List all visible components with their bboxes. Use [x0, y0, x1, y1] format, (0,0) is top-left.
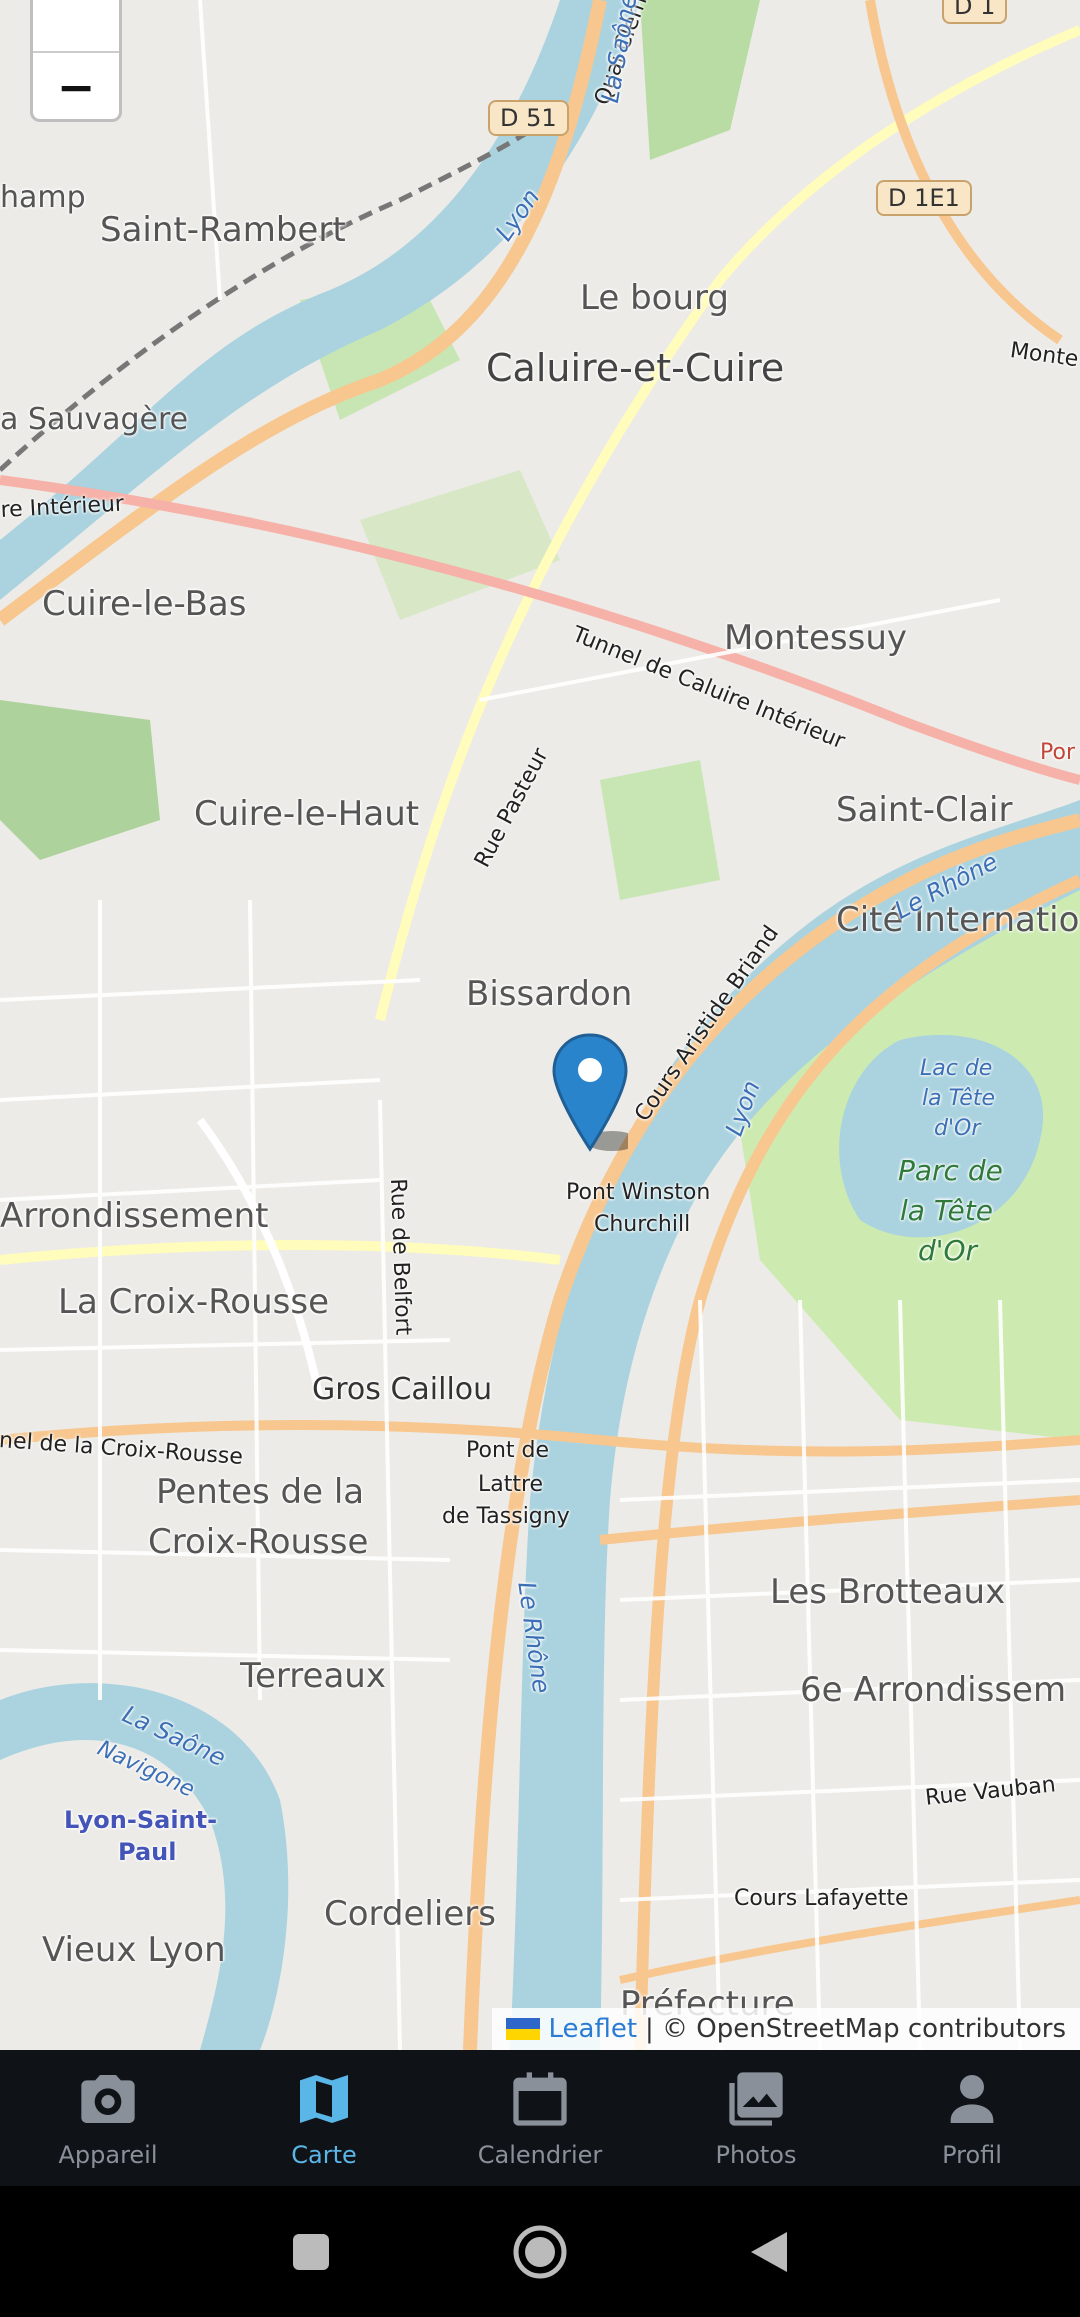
bridge-label: Pont Winston — [566, 1180, 711, 1205]
zoom-control: − — [30, 0, 122, 122]
location-marker-icon[interactable] — [552, 1033, 628, 1153]
place-label: 6e Arrondissem — [800, 1670, 1067, 1710]
camera-icon — [81, 2075, 135, 2123]
street-label: Cours Lafayette — [734, 1886, 909, 1911]
map-icon — [300, 2075, 348, 2123]
place-label: Gros Caillou — [312, 1372, 493, 1407]
tab-label: Photos — [715, 2141, 797, 2169]
road-shield-d51: D 51 — [488, 100, 569, 136]
road-shield-d1e1: D 1E1 — [876, 180, 972, 216]
tab-label: Calendrier — [477, 2141, 603, 2169]
place-label: Cuire-le-Haut — [194, 794, 420, 834]
lake-label: d'Or — [934, 1116, 981, 1141]
park-label: Parc de — [898, 1154, 1003, 1187]
station-label: Paul — [118, 1838, 177, 1866]
park-label: d'Or — [918, 1234, 978, 1267]
park-label: la Tête — [900, 1194, 993, 1227]
tab-calendrier[interactable]: Calendrier — [432, 2050, 648, 2186]
place-label: Cordeliers — [324, 1894, 496, 1934]
tab-photos[interactable]: Photos — [648, 2050, 864, 2186]
place-label: Les Brotteaux — [770, 1572, 1006, 1612]
photos-icon — [729, 2072, 783, 2126]
place-label: Le bourg — [580, 278, 729, 318]
home-button[interactable] — [511, 2223, 569, 2281]
map-view[interactable]: − D 51 D 1E1 D 1 hamp Saint-Rambert Le b… — [0, 0, 1080, 2050]
place-label: La Croix-Rousse — [58, 1282, 329, 1322]
bottom-tab-bar: Appareil Carte Calendrier Photos Profil — [0, 2050, 1080, 2186]
tab-appareil[interactable]: Appareil — [0, 2050, 216, 2186]
place-label: Terreaux — [240, 1656, 386, 1696]
place-label: Cité Internatio — [836, 900, 1080, 940]
street-label: Por — [1040, 740, 1075, 765]
ukraine-flag-icon — [506, 2018, 541, 2040]
bridge-label: Churchill — [594, 1212, 691, 1237]
place-label: Caluire-et-Cuire — [486, 346, 785, 390]
place-label: Saint-Rambert — [100, 210, 346, 250]
lake-label: la Tête — [922, 1086, 996, 1111]
place-label: hamp — [0, 180, 86, 215]
station-label: Lyon-Saint- — [64, 1806, 218, 1834]
bridge-label: Pont de — [466, 1438, 550, 1463]
place-label: Montessuy — [724, 618, 908, 658]
system-navigation-bar — [0, 2186, 1080, 2317]
tab-label: Carte — [291, 2141, 357, 2169]
bridge-label: de Tassigny — [442, 1504, 570, 1529]
place-label: Cuire-le-Bas — [42, 584, 247, 624]
place-label: Saint-Clair — [836, 790, 1013, 830]
place-label: Pentes de la — [156, 1472, 365, 1512]
tab-label: Profil — [942, 2141, 1002, 2169]
place-label: Vieux Lyon — [42, 1930, 226, 1970]
place-label: Bissardon — [466, 974, 633, 1014]
calendar-icon — [513, 2072, 567, 2126]
lake-label: Lac de — [920, 1056, 993, 1081]
tab-profil[interactable]: Profil — [864, 2050, 1080, 2186]
road-shield-d1: D 1 — [942, 0, 1008, 24]
back-button[interactable] — [747, 2228, 791, 2276]
leaflet-link[interactable]: Leaflet — [548, 2014, 637, 2044]
place-label: a Sauvagère — [0, 402, 189, 437]
zoom-in-button[interactable] — [33, 0, 119, 51]
tab-carte[interactable]: Carte — [216, 2050, 432, 2186]
place-label: Arrondissement — [0, 1196, 269, 1236]
tab-label: Appareil — [58, 2141, 158, 2169]
place-label: Croix-Rousse — [148, 1522, 369, 1562]
map-attribution: Leaflet | © OpenStreetMap contributors — [492, 2008, 1080, 2050]
person-icon — [950, 2075, 994, 2123]
attribution-text: | © OpenStreetMap contributors — [645, 2014, 1066, 2044]
zoom-out-button[interactable]: − — [33, 51, 119, 121]
recent-apps-button[interactable] — [289, 2230, 333, 2274]
bridge-label: Lattre — [478, 1472, 544, 1497]
